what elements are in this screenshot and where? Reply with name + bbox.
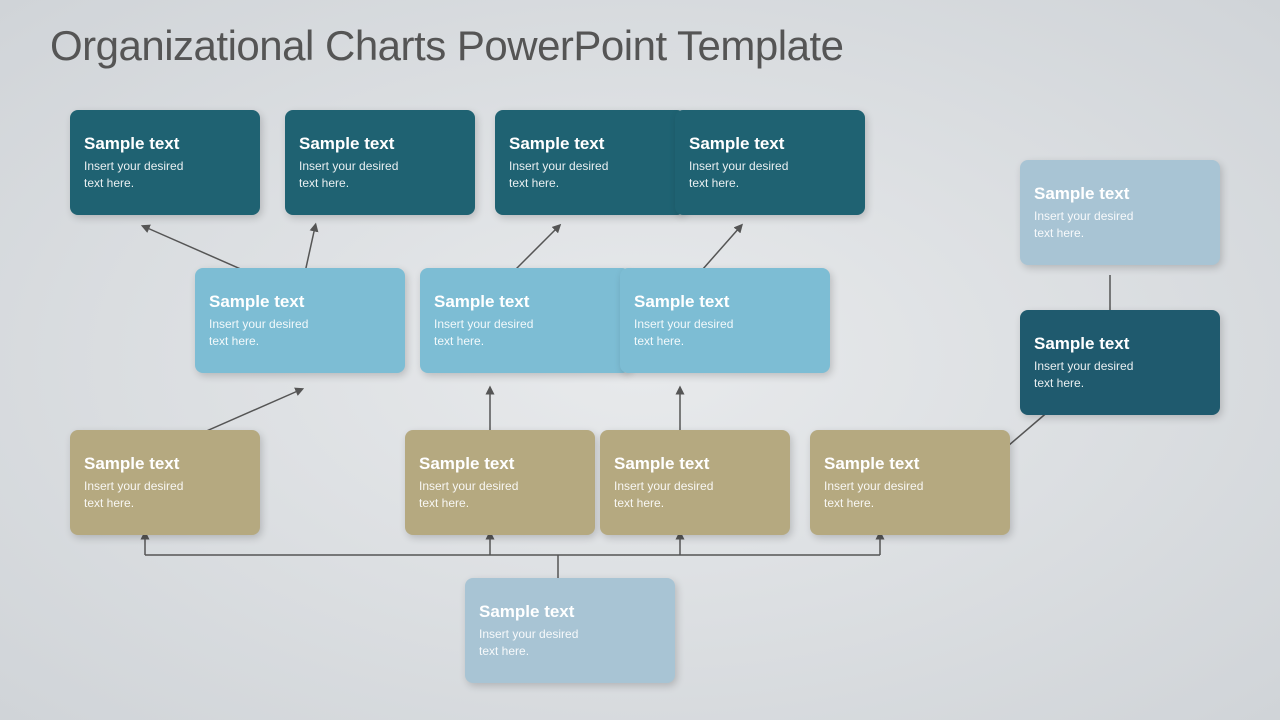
card-r3c2-title: Sample text xyxy=(419,454,581,474)
card-r3c3: Sample text Insert your desiredtext here… xyxy=(600,430,790,535)
card-r3c3-sub: Insert your desiredtext here. xyxy=(614,478,776,510)
card-r3c4-title: Sample text xyxy=(824,454,996,474)
card-r3c1: Sample text Insert your desiredtext here… xyxy=(70,430,260,535)
card-right-mid-sub: Insert your desiredtext here. xyxy=(1034,358,1206,390)
card-r1c4-sub: Insert your desiredtext here. xyxy=(689,158,851,190)
card-r3c1-sub: Insert your desiredtext here. xyxy=(84,478,246,510)
card-r2c2: Sample text Insert your desiredtext here… xyxy=(420,268,630,373)
card-r1c4-title: Sample text xyxy=(689,134,851,154)
card-r2c3-title: Sample text xyxy=(634,292,816,312)
chart-area: Sample text Insert your desiredtext here… xyxy=(30,100,1250,700)
card-r1c1: Sample text Insert your desiredtext here… xyxy=(70,110,260,215)
card-bottom-center-title: Sample text xyxy=(479,602,661,622)
card-r3c1-title: Sample text xyxy=(84,454,246,474)
card-r1c1-sub: Insert your desiredtext here. xyxy=(84,158,246,190)
card-r1c3-sub: Insert your desiredtext here. xyxy=(509,158,671,190)
card-r1c2: Sample text Insert your desiredtext here… xyxy=(285,110,475,215)
card-r2c2-title: Sample text xyxy=(434,292,616,312)
card-r3c2-sub: Insert your desiredtext here. xyxy=(419,478,581,510)
card-right-top: Sample text Insert your desiredtext here… xyxy=(1020,160,1220,265)
card-r1c2-sub: Insert your desiredtext here. xyxy=(299,158,461,190)
card-r2c1: Sample text Insert your desiredtext here… xyxy=(195,268,405,373)
card-r2c1-sub: Insert your desiredtext here. xyxy=(209,316,391,348)
card-bottom-center-sub: Insert your desiredtext here. xyxy=(479,626,661,658)
card-right-top-sub: Insert your desiredtext here. xyxy=(1034,208,1206,240)
page-title: Organizational Charts PowerPoint Templat… xyxy=(50,22,843,70)
card-r2c2-sub: Insert your desiredtext here. xyxy=(434,316,616,348)
card-r1c3: Sample text Insert your desiredtext here… xyxy=(495,110,685,215)
card-r3c2: Sample text Insert your desiredtext here… xyxy=(405,430,595,535)
card-r1c1-title: Sample text xyxy=(84,134,246,154)
card-bottom-center: Sample text Insert your desiredtext here… xyxy=(465,578,675,683)
card-r2c3: Sample text Insert your desiredtext here… xyxy=(620,268,830,373)
card-right-mid-title: Sample text xyxy=(1034,334,1206,354)
card-r2c1-title: Sample text xyxy=(209,292,391,312)
card-r1c4: Sample text Insert your desiredtext here… xyxy=(675,110,865,215)
card-r3c3-title: Sample text xyxy=(614,454,776,474)
card-right-mid: Sample text Insert your desiredtext here… xyxy=(1020,310,1220,415)
card-right-top-title: Sample text xyxy=(1034,184,1206,204)
card-r3c4-sub: Insert your desiredtext here. xyxy=(824,478,996,510)
card-r3c4: Sample text Insert your desiredtext here… xyxy=(810,430,1010,535)
card-r1c2-title: Sample text xyxy=(299,134,461,154)
card-r1c3-title: Sample text xyxy=(509,134,671,154)
card-r2c3-sub: Insert your desiredtext here. xyxy=(634,316,816,348)
